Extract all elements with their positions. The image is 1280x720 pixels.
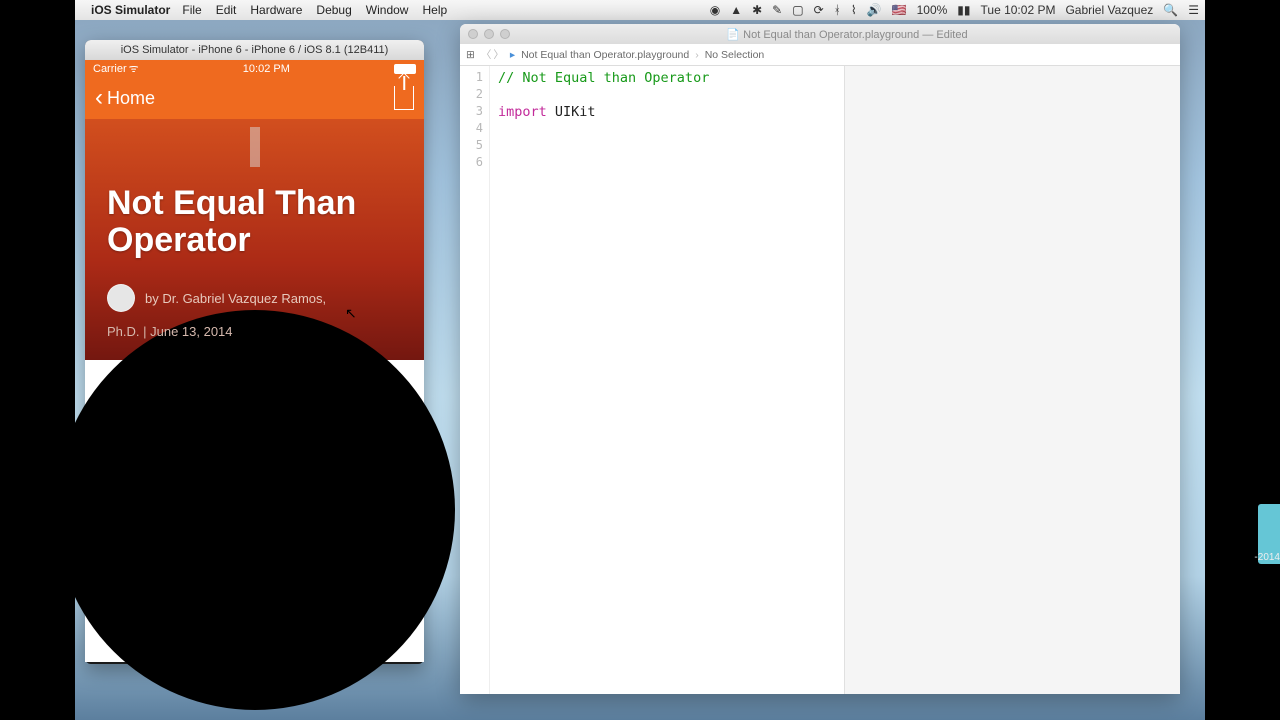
macos-menubar: iOS Simulator File Edit Hardware Debug W… xyxy=(75,0,1205,20)
nav-forward-icon[interactable]: 〉 xyxy=(493,47,504,62)
nav-back-icon[interactable]: 〈 xyxy=(481,47,492,62)
menubar-clock[interactable]: Tue 10:02 PM xyxy=(981,3,1056,17)
chevron-left-icon: ‹ xyxy=(95,84,103,112)
menu-file[interactable]: File xyxy=(182,3,201,17)
article-meta: Ph.D. | June 13, 2014 xyxy=(107,324,402,339)
crumb-file[interactable]: Not Equal than Operator.playground xyxy=(521,49,689,61)
ios-navbar: ‹ Home xyxy=(85,77,424,119)
hero-accent-bar xyxy=(250,127,260,167)
bluetooth-icon[interactable]: ᚼ xyxy=(834,3,841,17)
menu-debug[interactable]: Debug xyxy=(316,3,351,17)
battery-icon[interactable]: ▮▮ xyxy=(957,3,970,17)
document-icon: ▸ xyxy=(510,49,515,61)
playground-results-sidebar[interactable] xyxy=(844,66,1180,694)
article-title: Not Equal Than Operator xyxy=(107,185,402,258)
ios-clock: 10:02 PM xyxy=(243,63,290,75)
simulator-screen[interactable]: Carrier ᯤ 10:02 PM ‹ Home Not Equal Than… xyxy=(85,60,424,662)
menu-window[interactable]: Window xyxy=(366,3,409,17)
spotlight-icon[interactable]: 🔍 xyxy=(1163,3,1178,17)
airplay-icon[interactable]: ▢ xyxy=(792,3,803,17)
flag-icon[interactable]: 🇺🇸 xyxy=(892,3,907,17)
author-avatar xyxy=(107,284,135,312)
desktop-folder-label: -2014 xyxy=(1254,552,1280,563)
xcode-jump-bar[interactable]: ⊞ 〈〉 ▸ Not Equal than Operator.playgroun… xyxy=(460,44,1180,66)
back-label: Home xyxy=(107,88,155,109)
recording-icon[interactable]: ◉ xyxy=(710,3,720,17)
code-identifier: UIKit xyxy=(547,104,596,120)
crumb-selection: No Selection xyxy=(705,49,765,61)
app-name[interactable]: iOS Simulator xyxy=(91,3,170,17)
wifi-icon[interactable]: ⌇ xyxy=(851,3,857,17)
code-editor[interactable]: // Not Equal than Operator import UIKit xyxy=(490,66,844,694)
xcode-titlebar[interactable]: 📄 Not Equal than Operator.playground — E… xyxy=(460,24,1180,44)
xcode-playground-window: 📄 Not Equal than Operator.playground — E… xyxy=(460,24,1180,694)
menu-help[interactable]: Help xyxy=(422,3,447,17)
back-button[interactable]: ‹ Home xyxy=(95,84,155,112)
volume-icon[interactable]: 🔊 xyxy=(867,3,882,17)
ios-status-bar: Carrier ᯤ 10:02 PM xyxy=(85,60,424,77)
ios-simulator-window: iOS Simulator - iPhone 6 - iPhone 6 / iO… xyxy=(85,40,424,664)
xcode-window-title: 📄 Not Equal than Operator.playground — E… xyxy=(522,28,1172,41)
battery-icon xyxy=(394,64,416,74)
line-number-gutter: 1 2 3 4 5 6 xyxy=(460,66,490,694)
menu-hardware[interactable]: Hardware xyxy=(250,3,302,17)
notification-icon[interactable]: ✱ xyxy=(752,3,762,17)
article-hero: Not Equal Than Operator by Dr. Gabriel V… xyxy=(85,119,424,360)
battery-percent: 100% xyxy=(917,3,948,17)
sync-icon[interactable]: ⟳ xyxy=(814,3,824,17)
menubar-user[interactable]: Gabriel Vazquez xyxy=(1065,3,1153,17)
code-comment: // Not Equal than Operator xyxy=(498,70,709,86)
pencil-icon[interactable]: ✎ xyxy=(772,3,782,17)
menu-edit[interactable]: Edit xyxy=(216,3,237,17)
wifi-icon: ᯤ xyxy=(129,61,139,76)
editor-area: 1 2 3 4 5 6 // Not Equal than Operator i… xyxy=(460,66,1180,694)
cloud-icon[interactable]: ▲ xyxy=(730,3,742,17)
carrier-label: Carrier xyxy=(93,63,127,75)
related-items-icon[interactable]: ⊞ xyxy=(466,49,475,61)
code-keyword: import xyxy=(498,104,547,120)
author-name: by Dr. Gabriel Vazquez Ramos, xyxy=(145,291,326,306)
share-icon[interactable] xyxy=(394,86,414,110)
window-traffic-lights[interactable] xyxy=(468,29,510,39)
notification-center-icon[interactable]: ☰ xyxy=(1188,3,1199,17)
simulator-window-title: iOS Simulator - iPhone 6 - iPhone 6 / iO… xyxy=(85,40,424,60)
